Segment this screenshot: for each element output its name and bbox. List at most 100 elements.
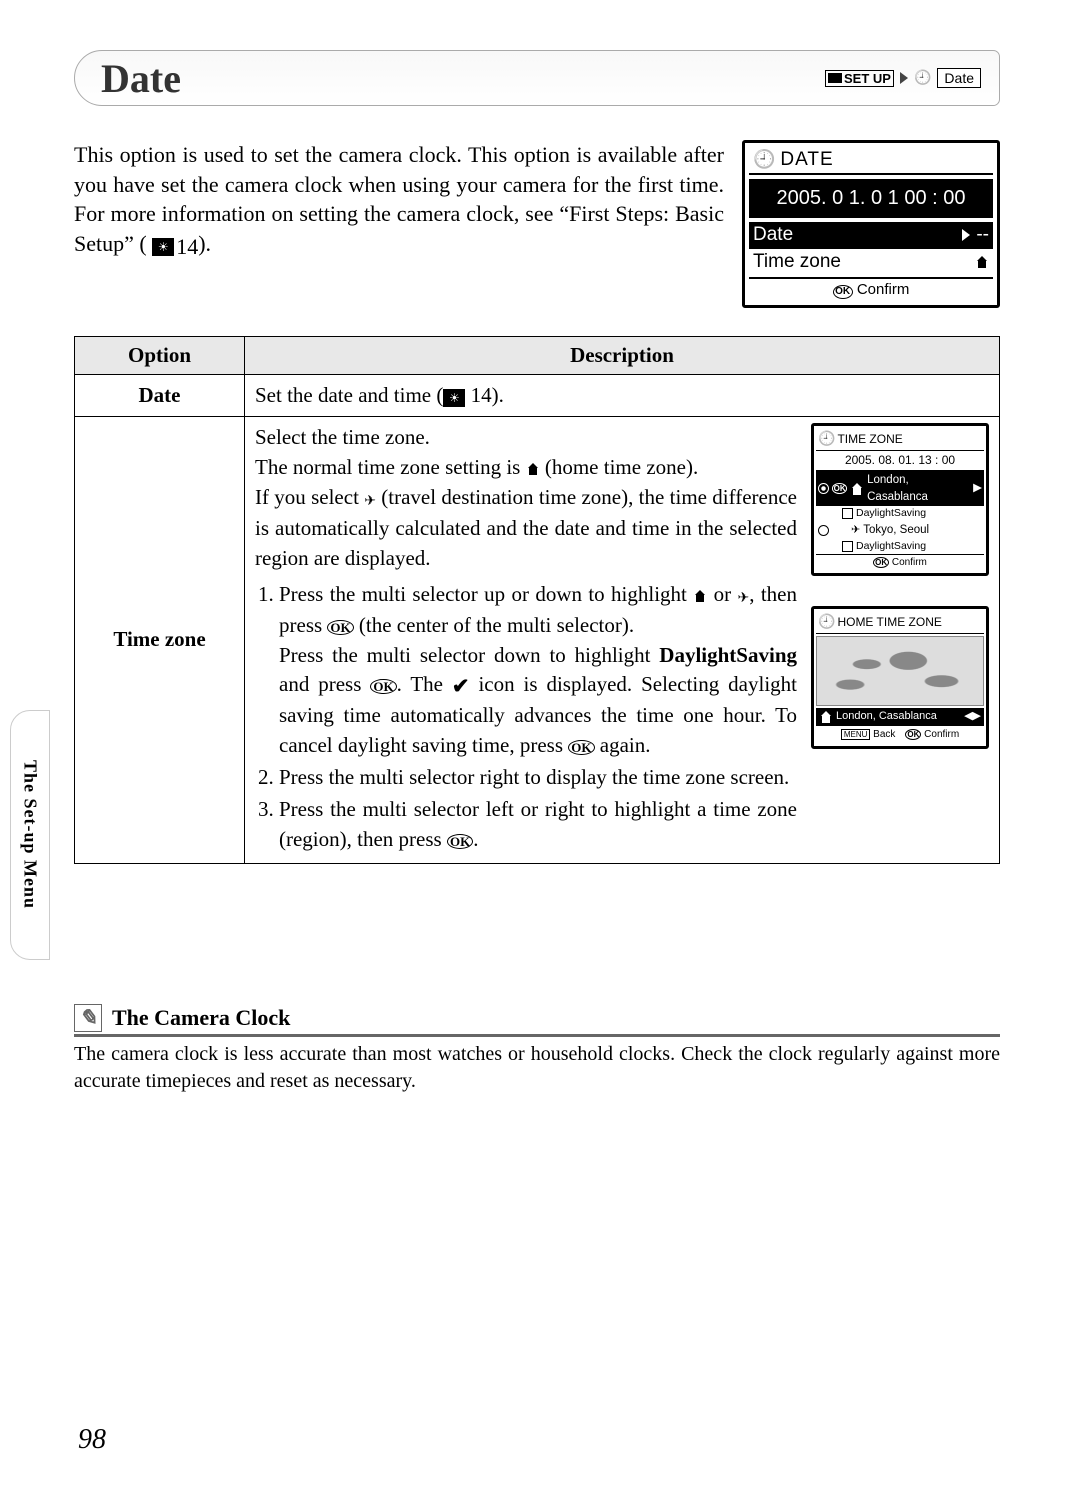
ms-back: Back [873,729,895,740]
tzs-home: London, Casablanca [867,472,970,505]
tzs-ds2: DaylightSaving [840,539,984,554]
ok-icon: OK [905,729,921,740]
radio-off-icon [818,525,829,536]
intro-text: This option is used to set the camera cl… [74,140,724,308]
ok-icon: OK [327,620,353,635]
screen-title-text: DATE [780,149,833,171]
date-screen: DATE 2005. 0 1. 0 1 00 : 00 Date -- Time… [742,140,1000,308]
page-ref: ☀ 14 [152,232,198,262]
ok-icon: OK [447,834,473,849]
ok-icon: OK [568,740,594,755]
home-icon [819,711,833,723]
screen-row-date: Date -- [749,222,993,248]
col-desc: Description [245,336,1000,374]
tzs-footer: OK Confirm [816,554,984,571]
header-banner: Date SET UP Date [74,50,1000,106]
row-date-val: -- [976,224,989,246]
plane-icon [851,522,860,539]
tzs-home-row: OK London, Casablanca ▶ [816,471,984,506]
tz-p2b: (home time zone). [540,455,699,479]
timezone-screen: TIME ZONE 2005. 08. 01. 13 : 00 OK Londo… [811,423,989,576]
ok-icon: OK [832,483,848,494]
opt-date: Date [75,374,245,417]
clock-icon [818,612,835,632]
desc-date-a: Set the date and time ( [255,383,443,407]
tzs-confirm: Confirm [892,557,927,568]
opt-timezone: Time zone [75,417,245,863]
world-map [816,636,984,706]
menu-badge-icon: MENU [841,729,871,740]
tzs-ds2-label: DaylightSaving [856,539,926,554]
clock-icon [914,70,931,87]
ref-icon: ☀ [443,389,465,407]
check-icon [452,672,470,702]
checkbox-icon [842,541,853,552]
tz-step-3: Press the multi selector left or right t… [279,795,797,855]
path-leaf: Date [937,68,981,88]
chevron-right-icon [900,72,908,84]
tzs-timestamp: 2005. 08. 01. 13 : 00 [816,451,984,471]
ms-title: HOME TIME ZONE [837,614,941,631]
s1a: Press the multi selector up or down to h… [279,582,693,606]
home-icon [693,590,707,602]
s1f: and press [279,672,370,696]
tzs-travel: Tokyo, Seoul [863,522,929,538]
desc-date-b: ). [492,383,504,407]
note-title: The Camera Clock [112,1005,290,1031]
ref-number: 14 [176,232,198,262]
setup-badge: SET UP [825,70,894,87]
s3b: . [473,827,478,851]
tzs-title: TIME ZONE [837,431,902,448]
tz-p2a: The normal time zone setting is [255,455,526,479]
ms-header: HOME TIME ZONE [816,611,984,634]
setup-label: SET UP [844,71,891,86]
note-body: The camera clock is less accurate than m… [74,1037,1000,1095]
ref-icon: ☀ [152,238,174,256]
tzs-ds1: DaylightSaving [840,506,984,521]
note-head: ✎ The Camera Clock [74,1004,1000,1037]
screen-row-tz: Time zone [749,248,993,275]
s1b: or [707,582,737,606]
home-icon [526,463,540,475]
s1bold: DaylightSaving [659,643,797,667]
side-tab: The Set-up Menu [10,710,50,960]
checkbox-icon [842,508,853,519]
plane-icon [738,581,750,611]
ok-icon: OK [370,679,396,694]
s1i: again. [595,733,651,757]
plane-icon [364,484,376,514]
options-table: Option Description Date Set the date and… [74,336,1000,864]
radio-on-icon [818,483,829,494]
screen-footer: OK Confirm [749,277,993,301]
page-title: Date [101,55,825,102]
ms-footer: MENU Back OK Confirm [816,726,984,744]
screen-title: DATE [749,147,993,175]
footer-text: Confirm [857,281,910,298]
tzs-ds1-label: DaylightSaving [856,506,926,521]
note-block: ✎ The Camera Clock The camera clock is l… [74,1004,1000,1095]
chevron-right-icon [962,229,970,241]
screen-timestamp: 2005. 0 1. 0 1 00 : 00 [749,179,993,218]
ok-icon: OK [873,557,889,568]
tz-step-2: Press the multi selector right to displa… [279,763,797,793]
tzs-travel-row: Tokyo, Seoul [816,521,984,540]
map-screen: HOME TIME ZONE London, Casablanca ◀▶ MEN… [811,606,989,749]
lr-arrow-icon: ◀▶ [964,709,981,725]
tz-p2: The normal time zone setting is (home ti… [255,453,797,483]
desc-date-ref: 14 [471,383,492,407]
intro-close: ). [198,231,211,256]
clock-icon [753,149,776,171]
clock-icon [818,429,835,449]
col-option: Option [75,336,245,374]
tzs-header: TIME ZONE [816,428,984,451]
s1g: . The [397,672,452,696]
ms-confirm: Confirm [924,729,959,740]
page-number: 98 [78,1424,106,1456]
ms-loc-text: London, Casablanca [836,709,937,725]
row-date-label: Date [753,224,793,246]
ms-location: London, Casablanca ◀▶ [816,708,984,726]
s1d: (the center of the multi selector). [354,613,634,637]
tz-p3: If you select (travel destination time z… [255,483,797,574]
note-icon: ✎ [74,1004,102,1032]
setup-icon [828,73,842,83]
